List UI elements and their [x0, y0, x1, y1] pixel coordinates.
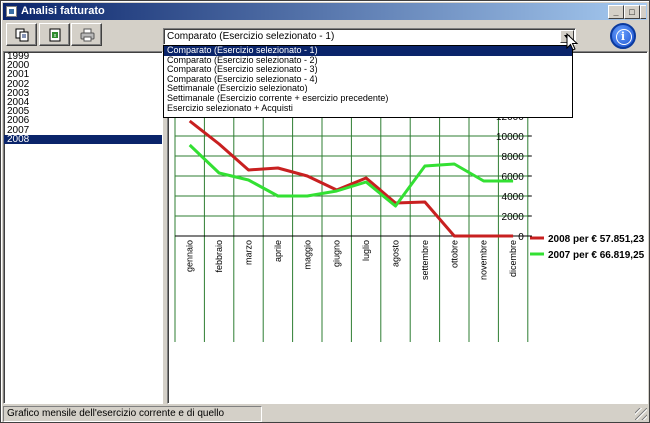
x-tick-label: maggio [302, 240, 312, 270]
info-icon: i [620, 30, 626, 43]
printer-icon [80, 28, 95, 42]
maximize-icon: □ [629, 7, 635, 17]
x-tick-label: marzo [244, 240, 254, 265]
title-bar[interactable]: Analisi fatturato _ □ [3, 3, 647, 20]
legend-label: 2007 per € 66.819,25 [548, 250, 645, 261]
copy-button[interactable] [6, 23, 37, 46]
x-tick-label: aprile [273, 240, 283, 262]
x-tick-label: gennaio [185, 240, 195, 272]
app-icon [6, 6, 17, 17]
y-tick-label: 2000 [502, 212, 525, 223]
year-list-item[interactable]: 2008 [4, 134, 162, 144]
x-tick-label: ottobre [449, 240, 459, 268]
minimize-icon: _ [613, 7, 619, 17]
application-window: Analisi fatturato _ □ x Comparato (Eserc… [0, 0, 650, 423]
maximize-button[interactable]: □ [624, 5, 640, 19]
close-button[interactable] [640, 5, 646, 19]
x-tick-label: luglio [361, 240, 371, 261]
mouse-cursor-icon [566, 33, 579, 51]
dropdown-option[interactable]: Esercizio selezionato + Acquisti [164, 103, 572, 114]
x-tick-label: settembre [420, 240, 430, 280]
window-title: Analisi fatturato [21, 5, 105, 17]
chart-type-dropdown: Comparato (Esercizio selezionato - 1) Com… [163, 45, 573, 118]
chart-type-select[interactable]: Comparato (Esercizio selezionato - 1) [163, 28, 576, 45]
status-text: Grafico mensile dell'esercizio corrente … [3, 406, 262, 423]
minimize-button[interactable]: _ [608, 5, 624, 19]
chart-type-value: Comparato (Esercizio selezionato - 1) [167, 31, 335, 42]
x-tick-label: agosto [391, 240, 401, 267]
y-tick-label: 4000 [502, 192, 525, 203]
y-tick-label: 8000 [502, 152, 525, 163]
print-button[interactable] [71, 23, 102, 46]
info-button[interactable]: i [610, 23, 636, 49]
status-bar: Grafico mensile dell'esercizio corrente … [3, 406, 649, 423]
x-tick-label: febbraio [214, 240, 224, 273]
resize-grip-icon[interactable] [635, 408, 647, 420]
excel-icon: x [49, 28, 61, 42]
year-list[interactable]: 1999 2000 2001 2002 2003 2004 2005 2006 2007 2008 [3, 51, 163, 404]
x-tick-label: novembre [479, 240, 489, 280]
copy-icon [15, 28, 29, 42]
x-tick-label: giugno [332, 240, 342, 267]
y-tick-label: 10000 [496, 132, 524, 143]
y-tick-label: 0 [518, 232, 524, 243]
legend-label: 2008 per € 57.851,23 [548, 234, 645, 245]
x-tick-label: dicembre [508, 240, 518, 277]
export-excel-button[interactable]: x [39, 23, 70, 46]
